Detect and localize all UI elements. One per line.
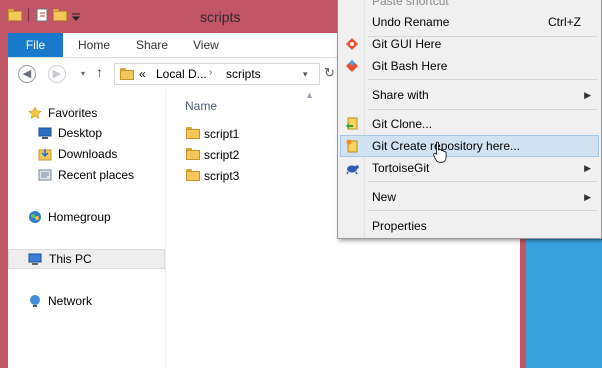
menu-item-label: Git Bash Here <box>372 59 448 73</box>
nav-this-pc[interactable]: This PC <box>8 249 165 269</box>
breadcrumb-overflow[interactable]: « <box>139 67 146 81</box>
menu-separator <box>368 210 597 211</box>
folder-icon <box>186 148 200 160</box>
submenu-arrow-icon: ▶ <box>584 192 591 202</box>
git-gui-icon <box>346 38 358 50</box>
back-arrow-icon[interactable]: ◀ <box>18 65 36 83</box>
menu-item-new[interactable]: New ▶ <box>340 186 599 208</box>
folder-icon <box>186 169 200 181</box>
network-icon <box>30 295 40 307</box>
nav-downloads[interactable]: Downloads <box>8 144 165 164</box>
menu-item-properties[interactable]: Properties <box>340 215 599 237</box>
customize-toolbar-icon[interactable] <box>71 8 81 22</box>
menu-item-git-gui-here[interactable]: Git GUI Here <box>340 33 599 55</box>
context-menu: Paste shortcut Undo Rename Ctrl+Z Git GU… <box>337 0 602 239</box>
breadcrumb-local-disk[interactable]: Local D... <box>156 67 207 81</box>
favorites-label: Favorites <box>48 106 98 120</box>
nav-desktop[interactable]: Desktop <box>8 123 165 143</box>
network-label: Network <box>48 294 93 308</box>
nav-favorites[interactable]: Favorites <box>8 103 165 123</box>
properties-icon[interactable] <box>35 8 49 22</box>
desktop-wallpaper <box>526 240 602 368</box>
submenu-arrow-icon: ▶ <box>584 163 591 173</box>
breadcrumb-separator-icon: › <box>209 67 213 78</box>
menu-item-label: TortoiseGit <box>372 161 430 175</box>
nav-item-label: Desktop <box>58 126 103 140</box>
homegroup-label: Homegroup <box>48 210 111 224</box>
downloads-icon <box>38 149 52 161</box>
address-bar[interactable]: « Local D... › scripts ▾ <box>114 63 320 85</box>
file-name: script2 <box>204 148 240 162</box>
new-folder-icon[interactable] <box>53 9 67 21</box>
git-create-repo-icon <box>346 139 358 153</box>
forward-arrow-icon[interactable]: ▶ <box>48 65 66 83</box>
window-title: scripts <box>200 9 241 25</box>
menu-item-label: Properties <box>372 219 427 233</box>
submenu-arrow-icon: ▶ <box>584 90 591 100</box>
menu-item-git-clone[interactable]: Git Clone... <box>340 113 599 135</box>
address-dropdown-icon[interactable]: ▾ <box>303 69 308 80</box>
git-clone-icon <box>346 117 358 130</box>
folder-icon <box>186 127 200 139</box>
menu-item-tortoisegit[interactable]: TortoiseGit ▶ <box>340 157 599 179</box>
tab-view[interactable]: View <box>193 33 219 57</box>
nav-recent-places[interactable]: Recent places <box>8 165 165 185</box>
breadcrumb-scripts[interactable]: scripts <box>226 67 261 81</box>
tortoisegit-icon <box>346 165 359 175</box>
nav-item-label: Downloads <box>58 147 118 161</box>
menu-item-share-with[interactable]: Share with ▶ <box>340 84 599 106</box>
menu-separator <box>368 181 597 182</box>
tab-share[interactable]: Share <box>136 33 168 57</box>
folder-icon[interactable] <box>8 9 22 21</box>
menu-item-label: Git Clone... <box>372 117 433 131</box>
menu-item-shortcut: Ctrl+Z <box>548 15 581 29</box>
refresh-icon[interactable]: ↻ <box>324 65 335 81</box>
column-header-name[interactable]: Name <box>185 99 217 113</box>
menu-item-label: Undo Rename <box>372 15 450 29</box>
menu-item-git-create-repository[interactable]: Git Create repository here... <box>340 135 599 157</box>
git-bash-icon <box>346 60 358 72</box>
nav-homegroup[interactable]: Homegroup <box>8 207 165 227</box>
menu-item-label: Git GUI Here <box>372 37 442 51</box>
recent-locations-chevron-icon[interactable]: ▾ <box>74 65 92 83</box>
recent-places-icon <box>38 169 52 181</box>
folder-icon <box>120 68 134 80</box>
menu-item-label: New <box>372 190 397 204</box>
toolbar-separator <box>28 8 29 22</box>
computer-icon <box>28 253 42 265</box>
this-pc-label: This PC <box>49 252 92 266</box>
file-name: script3 <box>204 169 240 183</box>
tab-home[interactable]: Home <box>78 33 110 57</box>
tab-file[interactable]: File <box>8 33 63 57</box>
quick-access-toolbar <box>8 8 81 22</box>
menu-item-label: Share with <box>372 88 429 102</box>
navigation-pane: Favorites Desktop Downloads Recent place… <box>8 90 166 368</box>
nav-network[interactable]: Network <box>8 291 165 311</box>
nav-item-label: Recent places <box>58 168 135 182</box>
menu-item-git-bash-here[interactable]: Git Bash Here <box>340 55 599 77</box>
hand-cursor-icon <box>433 141 447 163</box>
desktop-icon <box>38 127 52 139</box>
file-name: script1 <box>204 127 240 141</box>
menu-item-undo-rename[interactable]: Undo Rename Ctrl+Z <box>340 11 599 33</box>
menu-separator <box>368 109 597 110</box>
menu-separator <box>368 79 597 80</box>
star-icon <box>28 106 42 119</box>
homegroup-icon <box>29 211 41 223</box>
sort-ascending-icon: ▲ <box>305 90 314 100</box>
up-arrow-icon[interactable]: ↑ <box>96 64 103 80</box>
